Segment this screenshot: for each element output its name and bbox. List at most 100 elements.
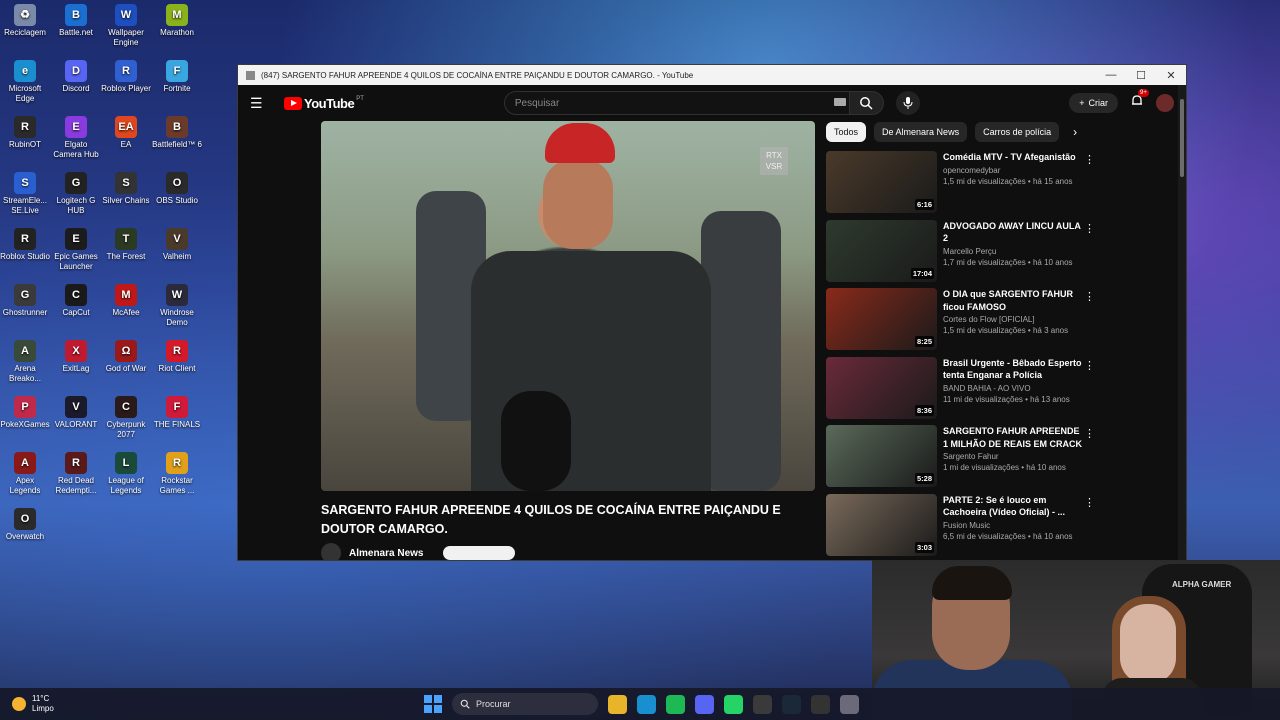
video-thumbnail[interactable]: 8:25	[826, 288, 937, 351]
more-options-icon[interactable]: ⋮	[1084, 496, 1095, 509]
subscribe-button[interactable]	[443, 546, 516, 560]
recommendation-item[interactable]: 3:03 PARTE 2: Se é louco em Cachoeira (Ví…	[826, 493, 1166, 560]
recommendation-item[interactable]: 5:28 SARGENTO FAHUR APREENDE 1 MILHÃO DE …	[826, 425, 1166, 494]
recommendation-meta: 1 mi de visualizações • há 10 anos	[943, 463, 1066, 473]
desktop-shortcut[interactable]: R Rockstar Games ...	[152, 448, 202, 496]
menu-icon[interactable]: ☰	[250, 95, 274, 112]
video-thumbnail[interactable]: 17:04	[826, 219, 937, 282]
desktop-shortcut[interactable]: S StreamEle... SE.Live	[0, 168, 50, 216]
video-thumbnail[interactable]: 5:28	[826, 425, 937, 488]
desktop-shortcut[interactable]: X ExitLag	[51, 336, 101, 374]
desktop-shortcut[interactable]: EA EA	[101, 112, 151, 150]
create-button[interactable]: + Criar	[1069, 93, 1118, 113]
desktop-shortcut[interactable]: O Overwatch	[0, 504, 50, 542]
search-input[interactable]	[503, 91, 850, 115]
desktop-shortcut[interactable]: V VALORANT	[51, 392, 101, 430]
desktop-shortcut[interactable]: C CapCut	[51, 280, 101, 318]
channel-avatar[interactable]	[321, 543, 341, 560]
account-avatar[interactable]	[1156, 94, 1174, 112]
desktop-shortcut[interactable]: M Marathon	[152, 0, 202, 38]
recommendation-item[interactable]: 8:36 Brasil Urgente - Bêbado Esperto tent…	[826, 356, 1166, 426]
page-scrollbar[interactable]	[1178, 85, 1186, 560]
start-button[interactable]	[424, 695, 442, 713]
god-of-war-icon: Ω	[115, 340, 137, 362]
filter-chip[interactable]: De Almenara News	[874, 122, 968, 142]
discord-icon[interactable]	[695, 694, 714, 714]
more-options-icon[interactable]: ⋮	[1084, 222, 1095, 235]
recommendation-channel[interactable]: Marcello Perçu	[943, 247, 1083, 256]
obs-icon[interactable]	[753, 694, 772, 714]
desktop-shortcut[interactable]: R Riot Client	[152, 336, 202, 374]
desktop-shortcut[interactable]: W Windrose Demo	[152, 280, 202, 328]
desktop-shortcut[interactable]: V Valheim	[152, 224, 202, 262]
scrollbar-thumb[interactable]	[1180, 99, 1184, 177]
desktop-shortcut[interactable]: R RubinOT	[0, 112, 50, 150]
window-titlebar[interactable]: (847) SARGENTO FAHUR APREENDE 4 QUILOS D…	[238, 65, 1186, 85]
desktop-shortcut[interactable]: P PokeXGames	[0, 392, 50, 430]
settings-icon[interactable]	[840, 694, 859, 714]
desktop-shortcut[interactable]: R Roblox Studio	[0, 224, 50, 262]
video-player[interactable]: RTX VSR	[321, 121, 815, 491]
desktop-shortcut[interactable]: R Roblox Player	[101, 56, 151, 94]
desktop-shortcut[interactable]: F THE FINALS	[152, 392, 202, 430]
desktop-shortcut[interactable]: O OBS Studio	[152, 168, 202, 206]
video-thumbnail[interactable]: 8:36	[826, 356, 937, 419]
recommendation-channel[interactable]: BAND BAHIA - AO VIVO	[943, 384, 1083, 393]
voice-search-button[interactable]	[895, 91, 920, 115]
logitech-icon[interactable]	[811, 694, 830, 714]
close-button[interactable]: ✕	[1156, 69, 1186, 82]
recommendation-item[interactable]: 6:16 Comédia MTV - TV Afeganistão opencome…	[826, 151, 1166, 220]
desktop-shortcut[interactable]: R Red Dead Redempti...	[51, 448, 101, 496]
more-options-icon[interactable]: ⋮	[1084, 427, 1095, 440]
edge-icon[interactable]	[637, 694, 656, 714]
channel-name[interactable]: Almenara News	[349, 548, 423, 559]
video-thumbnail[interactable]: 3:03	[826, 493, 937, 556]
desktop-shortcut[interactable]: G Logitech G HUB	[51, 168, 101, 216]
youtube-logo[interactable]: YouTube PT	[284, 96, 364, 111]
desktop-shortcut[interactable]: e Microsoft Edge	[0, 56, 50, 104]
desktop-shortcut[interactable]: C Cyberpunk 2077	[101, 392, 151, 440]
desktop-shortcut[interactable]: T The Forest	[101, 224, 151, 262]
desktop-shortcut[interactable]: W Wallpaper Engine	[101, 0, 151, 48]
desktop-shortcut[interactable]: Ω God of War	[101, 336, 151, 374]
recommendation-channel[interactable]: Cortes do Flow [OFICIAL]	[943, 315, 1083, 324]
filter-chip[interactable]: Todos	[826, 122, 867, 142]
more-options-icon[interactable]: ⋮	[1084, 359, 1095, 372]
search-button[interactable]	[849, 91, 884, 115]
taskbar-search[interactable]: Procurar	[452, 693, 598, 715]
desktop-shortcut[interactable]: B Battle.net	[51, 0, 101, 38]
spotify-icon[interactable]	[666, 694, 685, 714]
recommendation-channel[interactable]: Fusion Music	[943, 521, 1083, 530]
steam-icon[interactable]	[782, 694, 801, 714]
desktop-shortcut[interactable]: E Elgato Camera Hub	[51, 112, 101, 160]
desktop-shortcut[interactable]: L League of Legends	[101, 448, 151, 496]
filter-chip[interactable]: Carros de polícia	[975, 122, 1060, 142]
notifications-button[interactable]: 9+	[1130, 88, 1149, 113]
desktop-shortcut[interactable]: M McAfee	[101, 280, 151, 318]
desktop-shortcut[interactable]: E Epic Games Launcher	[51, 224, 101, 272]
more-options-icon[interactable]: ⋮	[1084, 290, 1095, 303]
desktop-shortcut[interactable]: F Fortnite	[152, 56, 202, 94]
recommendation-channel[interactable]: opencomedybar	[943, 166, 1083, 175]
desktop-shortcut[interactable]: A Arena Breako...	[0, 336, 50, 384]
desktop-shortcut[interactable]: G Ghostrunner	[0, 280, 50, 318]
desktop-shortcut[interactable]: D Discord	[51, 56, 101, 94]
recommendation-item[interactable]: 17:04 ADVOGADO AWAY LINCU AULA 2 Marcello …	[826, 219, 1166, 289]
keyboard-icon[interactable]	[834, 98, 846, 106]
weather-widget[interactable]: 11°C Limpo	[12, 694, 54, 714]
more-options-icon[interactable]: ⋮	[1084, 153, 1095, 166]
minimize-button[interactable]: —	[1096, 69, 1126, 81]
desktop-shortcut[interactable]: S Silver Chains	[101, 168, 151, 206]
desktop-shortcut[interactable]: B Battlefield™ 6	[152, 112, 202, 150]
video-thumbnail[interactable]: 6:16	[826, 151, 937, 213]
desktop-shortcut[interactable]: ♻ Reciclagem	[0, 0, 50, 38]
channel-row: Almenara News	[321, 543, 815, 560]
recommendation-item[interactable]: 8:25 O DIA que SARGENTO FAHUR ficou FAMOS…	[826, 288, 1166, 357]
whatsapp-icon[interactable]	[724, 694, 743, 714]
maximize-button[interactable]: ☐	[1126, 69, 1156, 82]
start-tile	[424, 705, 432, 713]
desktop-shortcut[interactable]: A Apex Legends	[0, 448, 50, 496]
chevron-right-icon[interactable]: ›	[1073, 125, 1077, 139]
file-explorer-icon[interactable]	[608, 694, 627, 714]
recommendation-channel[interactable]: Sargento Fahur	[943, 452, 1083, 461]
